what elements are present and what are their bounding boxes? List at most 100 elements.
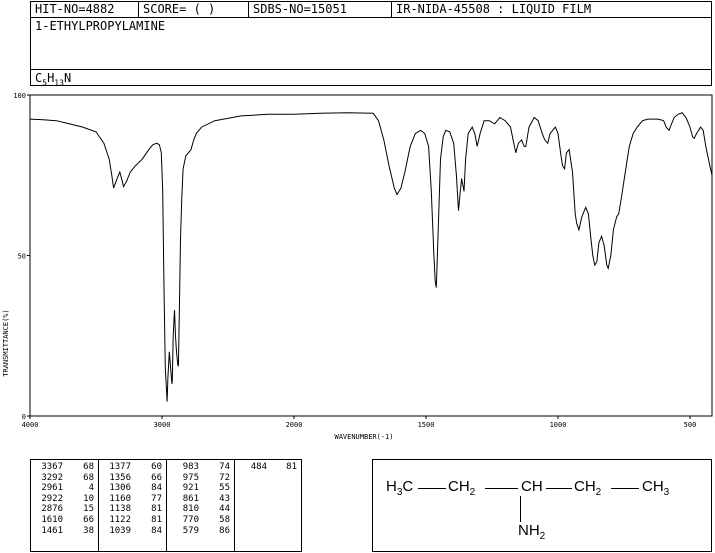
peak-transmittance: 58 [219, 514, 230, 525]
peak-row: 1377 60 [103, 462, 162, 473]
peak-wavenumber: 983 [182, 462, 199, 472]
peak-row: 1461 38 [35, 526, 94, 537]
peak-column: 3367 68 3292 68 2961 4 2922 10 2876 15 1610 66 1461 3… [31, 460, 99, 551]
bond-line-vertical [520, 496, 521, 522]
peak-row: 1356 66 [103, 473, 162, 484]
peak-transmittance: 38 [83, 525, 94, 536]
peak-row: 770 58 [171, 515, 230, 526]
peak-wavenumber: 975 [182, 472, 199, 483]
peak-wavenumber: 579 [182, 525, 199, 536]
peak-transmittance: 86 [219, 525, 230, 536]
peak-transmittance: 60 [151, 462, 162, 472]
score-field: SCORE= ( ) [139, 2, 249, 17]
peak-row: 861 43 [171, 494, 230, 505]
sdbs-number: SDBS-NO=15051 [249, 2, 392, 17]
ir-spectrum-chart: 4000 3000 2000 1500 1000 500 100500 WAVENUMBE… [2, 92, 713, 441]
peak-transmittance: 81 [151, 504, 162, 515]
peak-wavenumber: 2876 [41, 504, 63, 515]
compound-name-box: 1-ETHYLPROPYLAMINE [30, 17, 712, 70]
hit-number: HIT-NO=4882 [31, 2, 139, 17]
peak-wavenumber: 1039 [109, 525, 131, 536]
molecular-formula: C5H13N [35, 71, 72, 88]
x-tick-label: 2000 [286, 421, 303, 429]
bond-line [485, 488, 518, 489]
formula-box: C5H13N [30, 69, 712, 88]
peak-wavenumber: 770 [182, 514, 199, 525]
peak-transmittance: 68 [83, 462, 94, 472]
peak-wavenumber: 1138 [109, 504, 131, 515]
peak-wavenumber: 1356 [109, 472, 131, 483]
peak-wavenumber: 484 [250, 462, 267, 472]
atom-ch: CH [521, 478, 543, 495]
peak-transmittance: 10 [83, 493, 94, 504]
peak-transmittance: 55 [219, 483, 230, 494]
peak-wavenumber: 2961 [41, 483, 63, 494]
peak-transmittance: 43 [219, 493, 230, 504]
x-tick-label: 1000 [550, 421, 567, 429]
plot-frame [29, 94, 713, 417]
peak-row: 983 74 [171, 462, 230, 473]
transmittance-line [29, 112, 713, 402]
peak-row: 1160 77 [103, 494, 162, 505]
peak-wavenumber: 2922 [41, 493, 63, 504]
x-tick-label: 4000 [22, 421, 39, 429]
atom-ch2-left: CH2 [448, 478, 476, 498]
peak-row: 1122 81 [103, 515, 162, 526]
peak-transmittance: 72 [219, 472, 230, 483]
peak-wavenumber: 1306 [109, 483, 131, 494]
peak-transmittance: 44 [219, 504, 230, 515]
bond-line [418, 488, 446, 489]
x-tick-label: 3000 [154, 421, 171, 429]
peak-wavenumber: 1377 [109, 462, 131, 472]
y-tick-label: 50 [18, 253, 26, 261]
peak-table: 3367 68 3292 68 2961 4 2922 10 2876 15 1610 66 1461 3… [30, 459, 302, 552]
x-axis-ticks: 4000 3000 2000 1500 1000 500 [22, 416, 696, 429]
peak-transmittance: 77 [151, 493, 162, 504]
peak-wavenumber: 810 [182, 504, 199, 515]
peak-transmittance: 81 [151, 514, 162, 525]
peak-wavenumber: 3367 [41, 462, 63, 472]
peak-row: 2922 10 [35, 494, 94, 505]
bond-line [611, 488, 639, 489]
peak-column: 1377 60 1356 66 1306 84 1160 77 1138 81 1122 81 1039… [99, 460, 167, 551]
y-tick-label: 100 [13, 92, 26, 100]
peak-row: 1039 84 [103, 526, 162, 537]
ir-nida-info: IR-NIDA-45508 : LIQUID FILM [396, 2, 592, 16]
peak-row: 975 72 [171, 473, 230, 484]
peak-transmittance: 4 [88, 483, 94, 494]
peak-row: 579 86 [171, 526, 230, 537]
atom-ch3: CH3 [642, 478, 670, 498]
peak-row: 2961 4 [35, 483, 94, 494]
peak-wavenumber: 1461 [41, 525, 63, 536]
peak-row: 3367 68 [35, 462, 94, 473]
compound-name: 1-ETHYLPROPYLAMINE [35, 19, 166, 33]
peak-column: 983 74 975 72 921 55 861 43 810 44 770 58 579 86 [167, 460, 235, 551]
peak-wavenumber: 1122 [109, 514, 131, 525]
atom-h3c: H3C [386, 478, 414, 498]
bond-line [546, 488, 572, 489]
peak-row: 1610 66 [35, 515, 94, 526]
structure-diagram: H3C CH2 CH CH2 CH3 NH2 [372, 459, 712, 552]
peak-wavenumber: 3292 [41, 472, 63, 483]
y-axis-label: TRANSMITTANCE(%) [2, 309, 10, 376]
header-bar: HIT-NO=4882 SCORE= ( ) SDBS-NO=15051 IR-… [30, 1, 712, 18]
peak-row: 484 81 [239, 462, 297, 473]
atom-nh2: NH2 [518, 522, 546, 542]
peak-transmittance: 74 [219, 462, 230, 472]
peak-row: 1306 84 [103, 483, 162, 494]
peak-row: 921 55 [171, 483, 230, 494]
y-axis-ticks: 100 50 0 [13, 92, 30, 421]
peak-wavenumber: 861 [182, 493, 199, 504]
peak-transmittance: 81 [286, 462, 297, 472]
peak-transmittance: 66 [83, 514, 94, 525]
x-tick-label: 1500 [418, 421, 435, 429]
peak-wavenumber: 1610 [41, 514, 63, 525]
peak-row: 1138 81 [103, 504, 162, 515]
atom-ch2-right: CH2 [574, 478, 602, 498]
peak-wavenumber: 1160 [109, 493, 131, 504]
peak-row: 810 44 [171, 504, 230, 515]
peak-column: 484 81 [235, 460, 301, 551]
y-tick-label: 0 [22, 413, 26, 421]
peak-wavenumber: 921 [182, 483, 199, 494]
x-axis-label: WAVENUMBER(-1) [334, 433, 393, 441]
